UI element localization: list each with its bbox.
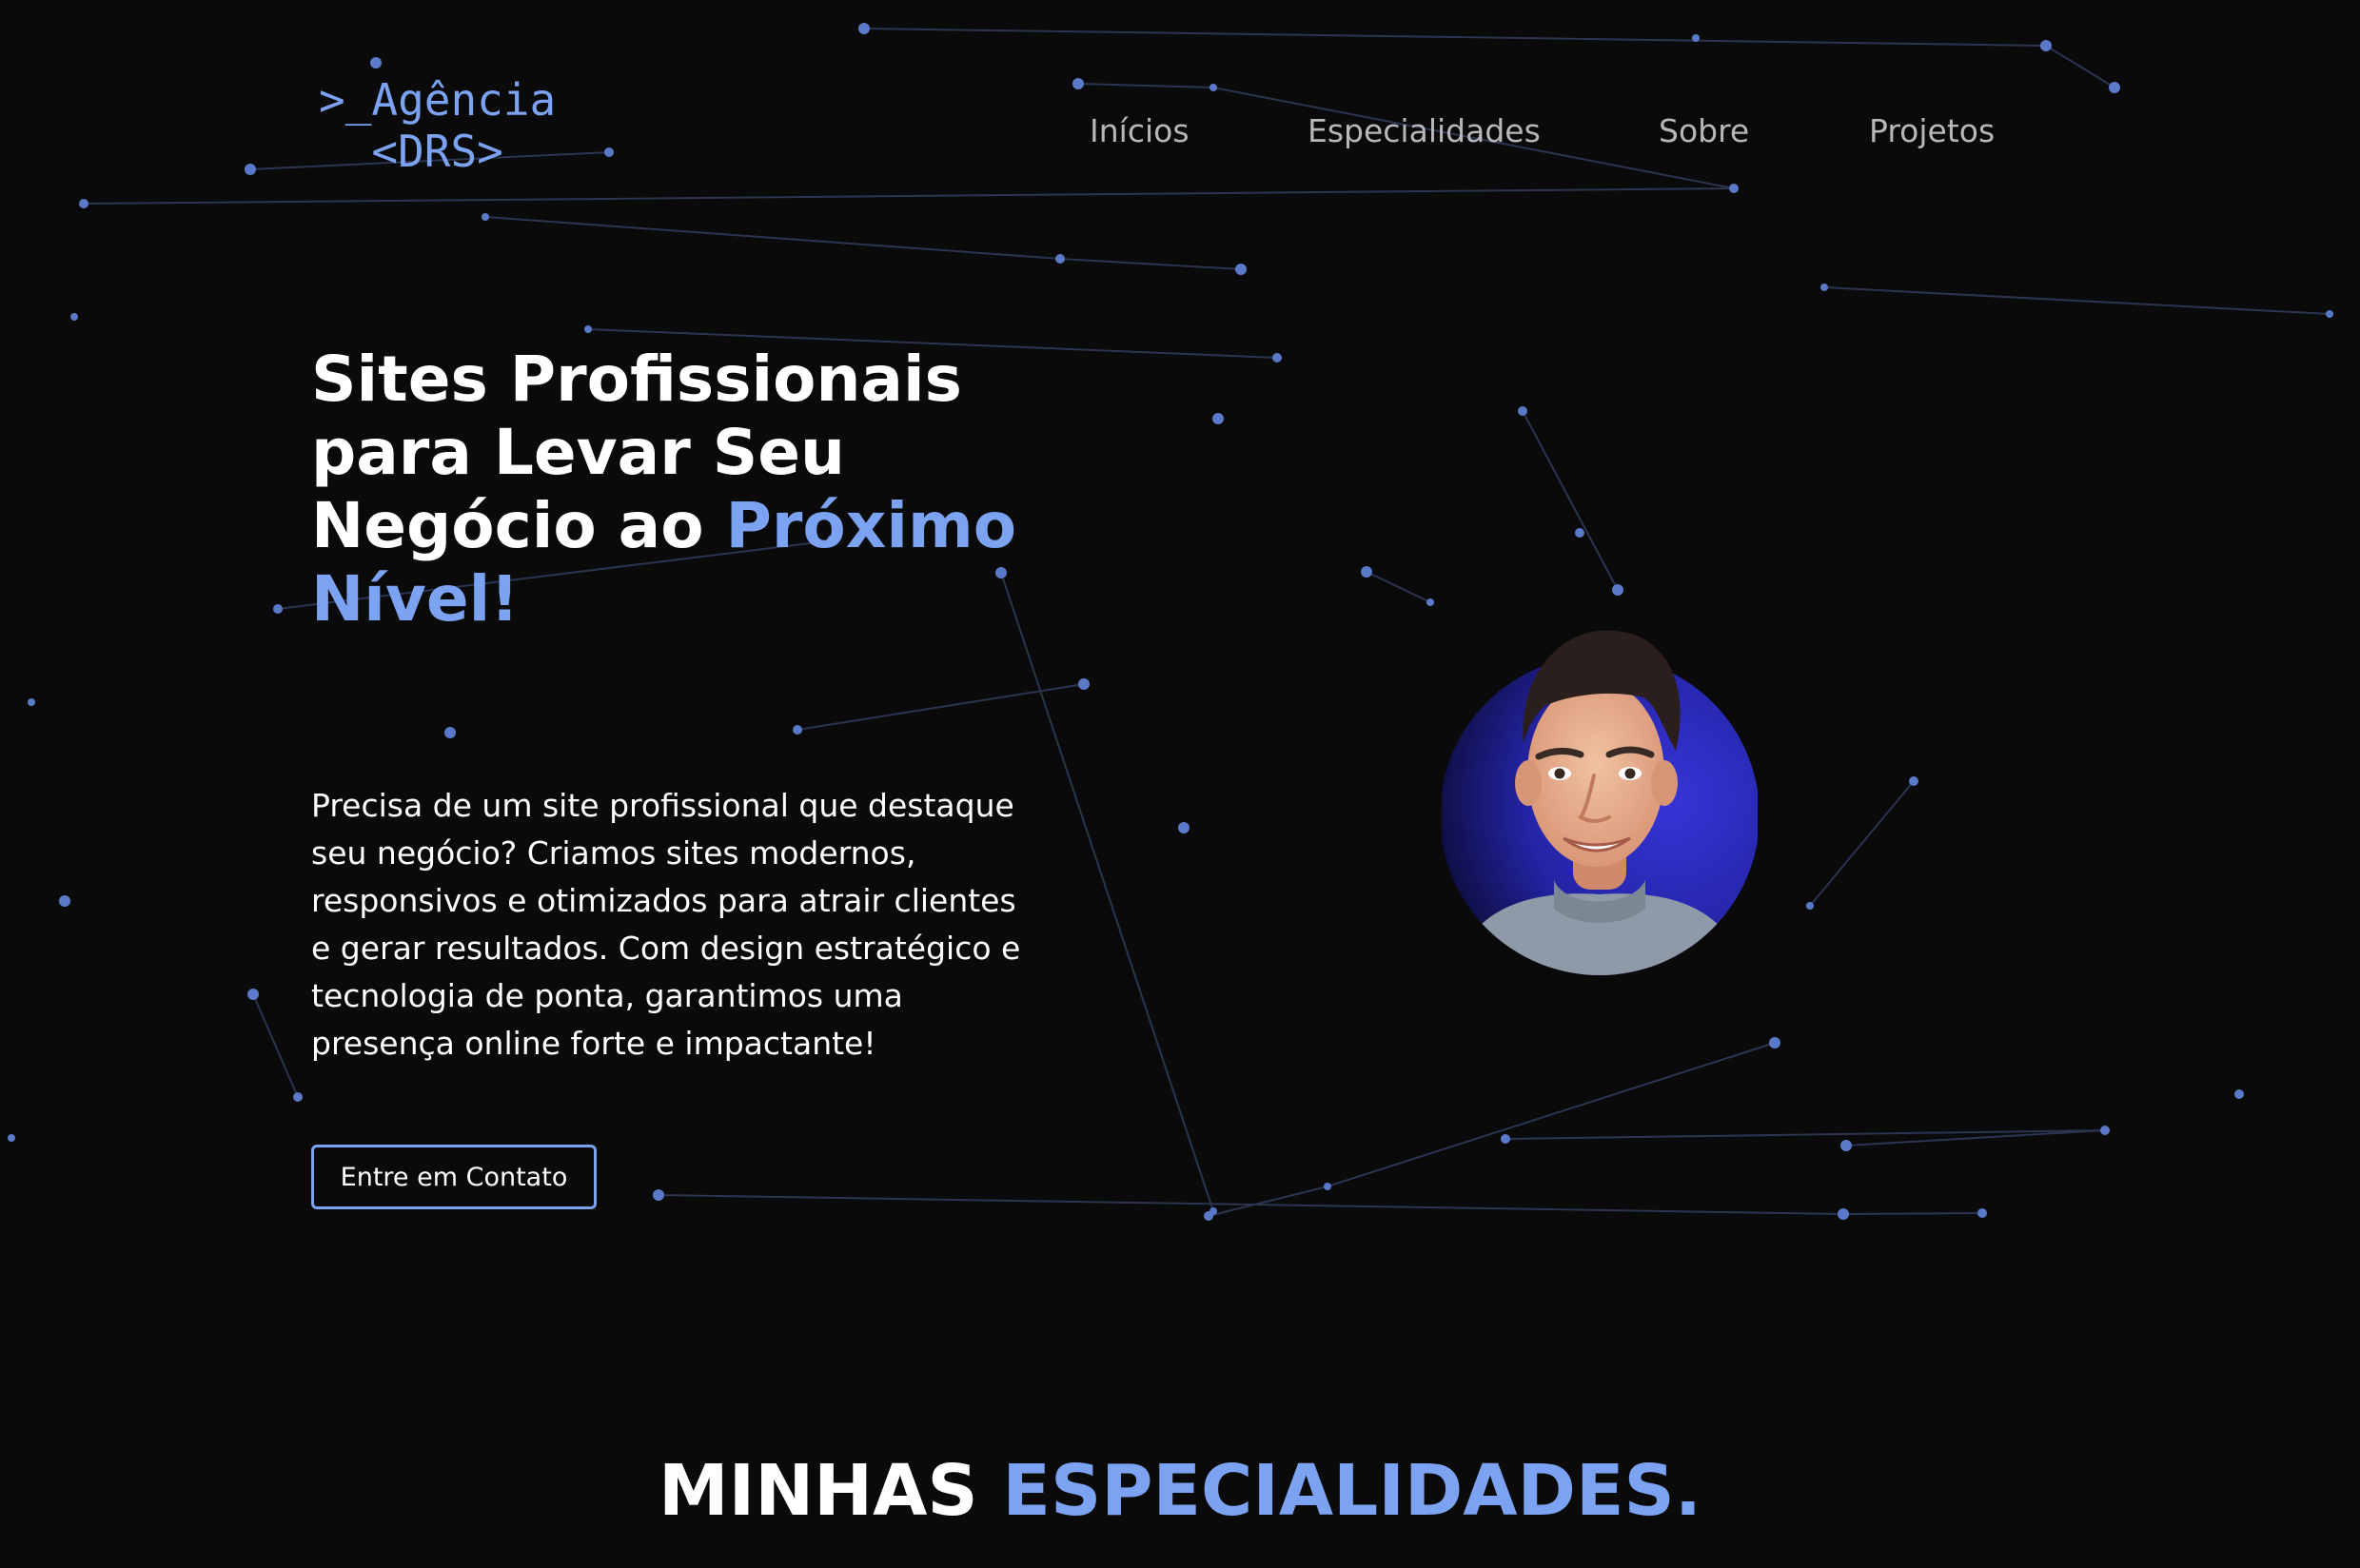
specialties-heading: MINHAS ESPECIALIDADES. (0, 1448, 2360, 1534)
particle-dot (28, 698, 35, 706)
particle-dot (1612, 584, 1623, 596)
landing-page: >_Agência <DRS> Inícios Especialidades S… (0, 0, 2360, 1568)
contact-button[interactable]: Entre em Contato (311, 1145, 597, 1209)
particle-dot (584, 325, 592, 333)
profile-avatar (1442, 630, 1758, 975)
particle-dot (79, 199, 88, 208)
particle-link (796, 683, 1085, 731)
particle-link (658, 1194, 1844, 1215)
particle-link (1522, 410, 1619, 591)
particle-dot (1324, 1183, 1331, 1190)
particle-dot (1806, 902, 1814, 910)
particle-dot (1838, 1208, 1849, 1220)
particle-dot (247, 989, 259, 1000)
particle-link (252, 993, 299, 1098)
particle-dot (1361, 566, 1372, 578)
particle-dot (1055, 254, 1065, 264)
specialties-heading-main: MINHAS (659, 1450, 1003, 1532)
particle-dot (1426, 598, 1434, 606)
particle-link (1823, 286, 2330, 315)
particle-dot (1820, 284, 1828, 291)
particle-dot (858, 23, 870, 34)
nav-link-especialidades[interactable]: Especialidades (1308, 112, 1541, 149)
particle-dot (1210, 1207, 1217, 1215)
particle-dot (1909, 776, 1918, 786)
particle-dot (1729, 184, 1739, 193)
particle-link (484, 216, 1061, 260)
hero-description: Precisa de um site profissional que dest… (311, 787, 1021, 1062)
particle-dot (1072, 78, 1084, 89)
particle-dot (1769, 1037, 1780, 1049)
particle-dot (1212, 413, 1224, 424)
particle-link (83, 187, 1735, 205)
particle-dot (245, 164, 256, 175)
particle-link (1809, 780, 1915, 907)
particle-dot (793, 725, 802, 735)
particle-link (1366, 571, 1431, 603)
particle-link (1077, 83, 1214, 88)
particle-dot (1977, 1208, 1987, 1218)
particle-link (1059, 258, 1242, 270)
particle-dot (1575, 528, 1584, 538)
particle-dot (2326, 310, 2333, 318)
particle-dot (444, 727, 456, 738)
particle-dot (59, 895, 70, 907)
particle-dot (1518, 406, 1527, 416)
particle-dot (273, 604, 283, 614)
particle-dot (1692, 34, 1700, 42)
particle-dot (482, 213, 489, 221)
particle-link (2045, 45, 2115, 88)
particle-dot (1840, 1140, 1852, 1151)
particle-dot (1272, 353, 1282, 363)
particle-dot (1178, 822, 1190, 833)
specialties-heading-accent: ESPECIALIDADES. (1002, 1450, 1701, 1532)
particle-dot (1210, 84, 1217, 91)
particle-dot (8, 1134, 15, 1142)
nav-link-sobre[interactable]: Sobre (1659, 112, 1749, 149)
particle-dot (1501, 1134, 1510, 1144)
particle-link (863, 28, 2047, 47)
particle-dot (370, 57, 382, 69)
particle-link (1208, 1186, 1328, 1217)
particle-dot (70, 313, 78, 321)
particle-dot (1235, 264, 1247, 275)
particle-dot (2234, 1089, 2244, 1099)
particle-dot (2040, 40, 2052, 51)
main-nav: Inícios Especialidades Sobre Projetos (0, 112, 2360, 160)
particle-dot (1078, 678, 1090, 690)
particle-dot (2109, 82, 2120, 93)
nav-link-projetos[interactable]: Projetos (1869, 112, 1995, 149)
hero-heading: Sites Profissionais para Levar Seu Negóc… (311, 343, 1034, 636)
particle-dot (293, 1092, 303, 1102)
nav-link-inicios[interactable]: Inícios (1090, 112, 1190, 149)
particle-dot (653, 1189, 664, 1201)
particle-dot (2100, 1126, 2110, 1135)
particle-link (1504, 1129, 2106, 1140)
particle-link (1842, 1212, 1983, 1215)
particle-link (1327, 1042, 1776, 1187)
